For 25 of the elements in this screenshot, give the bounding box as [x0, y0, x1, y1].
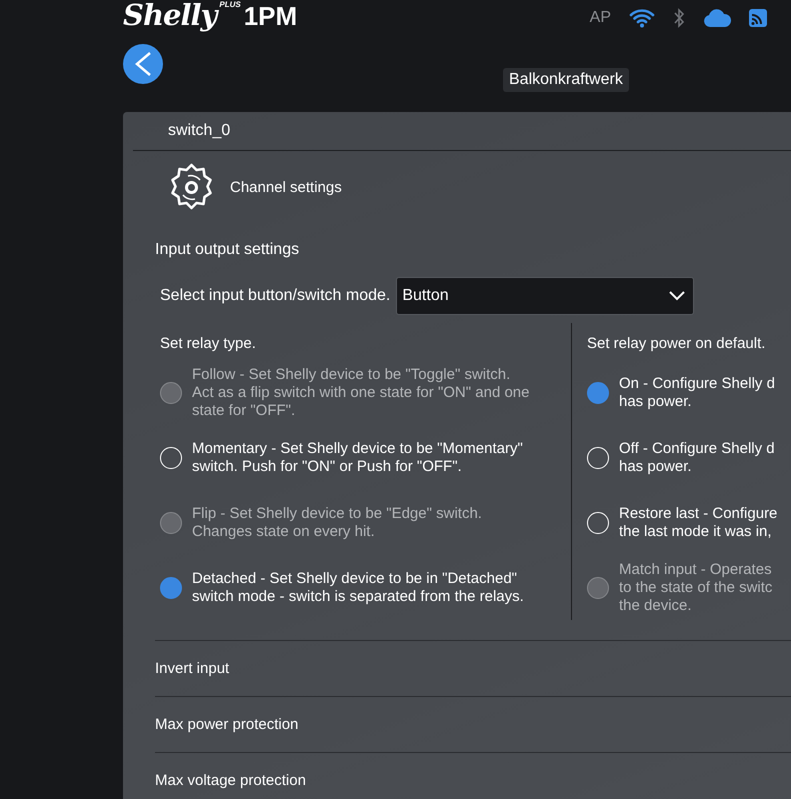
- chevron-left-icon: [134, 51, 152, 77]
- channel-title: switch_0: [167, 121, 232, 141]
- option-label: Detached - Set Shelly device to be in "Detached" switch mode - switch is separated from the relays.: [192, 570, 524, 606]
- option-label: Off - Configure Shelly d has power.: [619, 440, 775, 476]
- section-title: Channel settings: [230, 179, 342, 196]
- radio-button[interactable]: [587, 382, 609, 404]
- section-header[interactable]: Invert input: [155, 640, 791, 696]
- mode-label: Select input button/switch mode.: [160, 287, 390, 305]
- mode-select[interactable]: Button: [396, 277, 694, 315]
- radio-button[interactable]: [160, 576, 182, 598]
- column-title: Set relay power on default.: [587, 335, 766, 354]
- option-label: Momentary - Set Shelly device to be "Momentary" switch. Push for "ON" or Push for "OFF".: [192, 440, 523, 476]
- group-title: Input output settings: [154, 240, 300, 259]
- chevron-down-icon: [669, 291, 686, 301]
- option-label: Restore last - Configure the last mode it was in,: [619, 504, 778, 540]
- ap-status: AP: [590, 9, 611, 27]
- column-title: Set relay type.: [160, 335, 257, 354]
- device-name: Balkonkraftwerk: [503, 68, 629, 92]
- section-header[interactable]: Max power protection: [155, 696, 791, 752]
- option-label: On - Configure Shelly d has power.: [619, 374, 775, 410]
- option-label: Match input - Operates to the state of the switc the device.: [619, 560, 772, 614]
- option-label: Flip - Set Shelly device to be "Edge" switch. Changes state on every hit.: [192, 504, 482, 540]
- section-header[interactable]: Max voltage protection: [155, 752, 791, 799]
- option-label: Follow - Set Shelly device to be "Toggle" switch. Act as a flip switch with one state for "ON" and one state for "OFF".: [192, 366, 530, 420]
- back-button[interactable]: [123, 44, 163, 84]
